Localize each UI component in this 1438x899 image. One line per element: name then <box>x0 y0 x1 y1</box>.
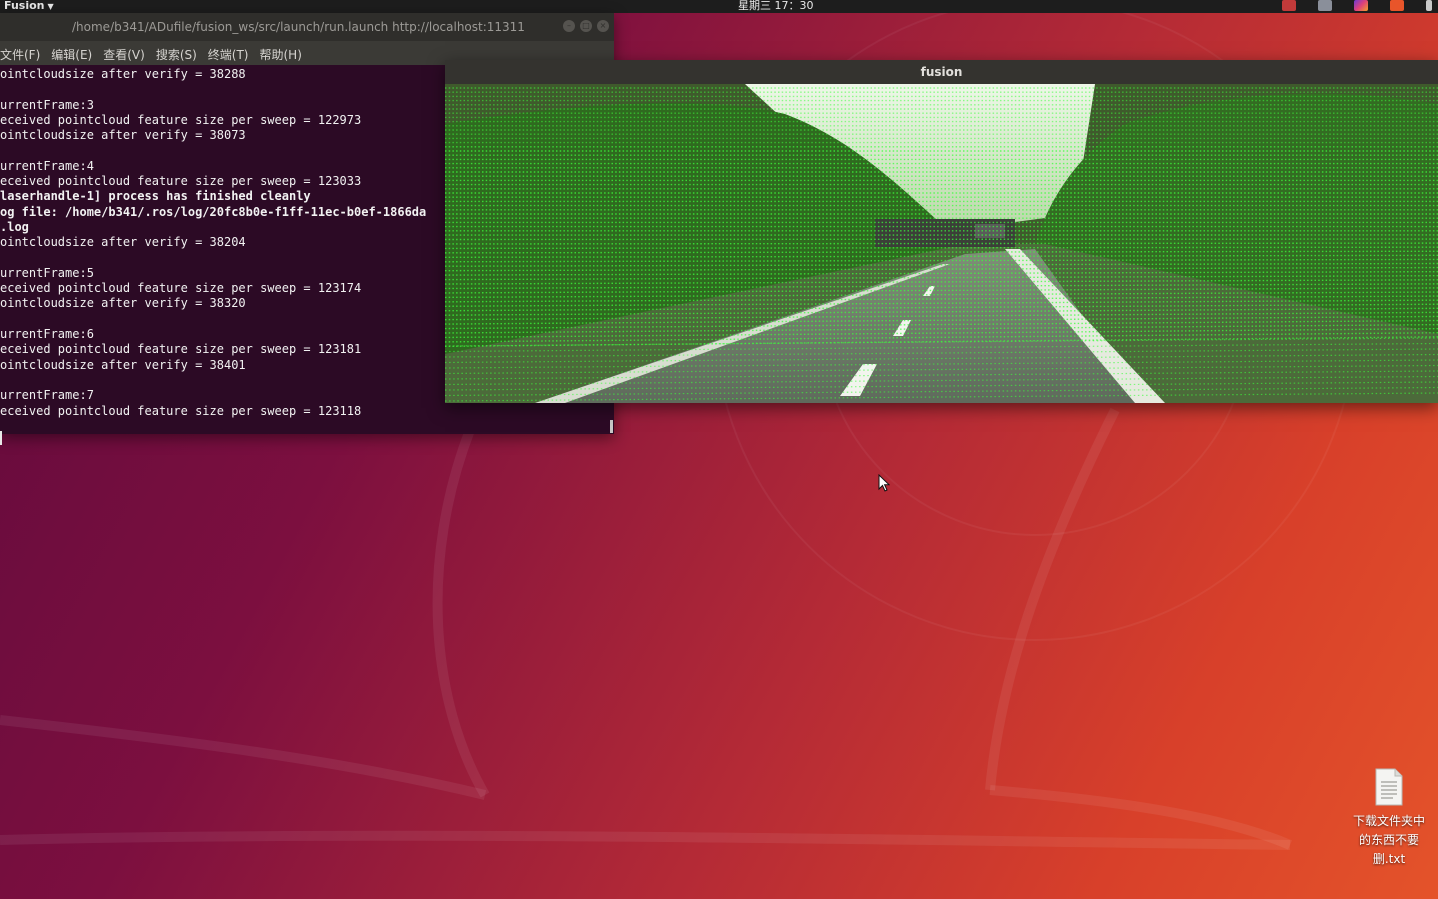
fusion-window[interactable]: fusion <box>445 60 1438 403</box>
menu-view[interactable]: 查看(V) <box>103 41 150 65</box>
power-icon[interactable] <box>1426 0 1432 11</box>
network-icon[interactable] <box>1318 0 1332 11</box>
chevron-down-icon: ▼ <box>47 2 54 11</box>
update-icon[interactable] <box>1390 0 1404 11</box>
terminal-titlebar[interactable]: /home/b341/ADufile/fusion_ws/src/launch/… <box>0 13 614 41</box>
menu-edit[interactable]: 编辑(E) <box>51 41 97 65</box>
maximize-icon[interactable]: □ <box>580 20 592 32</box>
terminal-title: /home/b341/ADufile/fusion_ws/src/launch/… <box>72 20 525 34</box>
text-file-icon <box>1375 768 1403 806</box>
minimize-icon[interactable]: – <box>563 20 575 32</box>
top-panel: Fusion ▼ 星期三 17：30 <box>0 0 1438 13</box>
scrollbar[interactable] <box>610 420 613 433</box>
fusion-titlebar[interactable]: fusion <box>445 60 1438 84</box>
desktop-file-icon[interactable]: 下载文件夹中的东西不要删.txt <box>1353 768 1425 869</box>
app-menu[interactable]: Fusion ▼ <box>4 0 54 12</box>
record-icon[interactable] <box>1282 0 1296 11</box>
close-icon[interactable]: × <box>597 20 609 32</box>
app-menu-label: Fusion <box>4 0 45 12</box>
menu-help[interactable]: 帮助(H) <box>260 41 307 65</box>
clock[interactable]: 星期三 17：30 <box>738 0 814 11</box>
desktop-file-label: 下载文件夹中的东西不要删.txt <box>1353 814 1426 866</box>
text-cursor <box>0 431 2 445</box>
mouse-pointer-icon <box>878 474 890 492</box>
menu-terminal[interactable]: 终端(T) <box>208 41 254 65</box>
lidar-camera-fusion-image <box>445 84 1438 403</box>
menu-file[interactable]: 文件(F) <box>0 41 45 65</box>
color-icon[interactable] <box>1354 0 1368 11</box>
menu-search[interactable]: 搜索(S) <box>156 41 202 65</box>
system-tray <box>1282 0 1432 13</box>
window-controls: – □ × <box>563 20 609 32</box>
terminal-line: eceived pointcloud feature size per swee… <box>0 403 362 418</box>
